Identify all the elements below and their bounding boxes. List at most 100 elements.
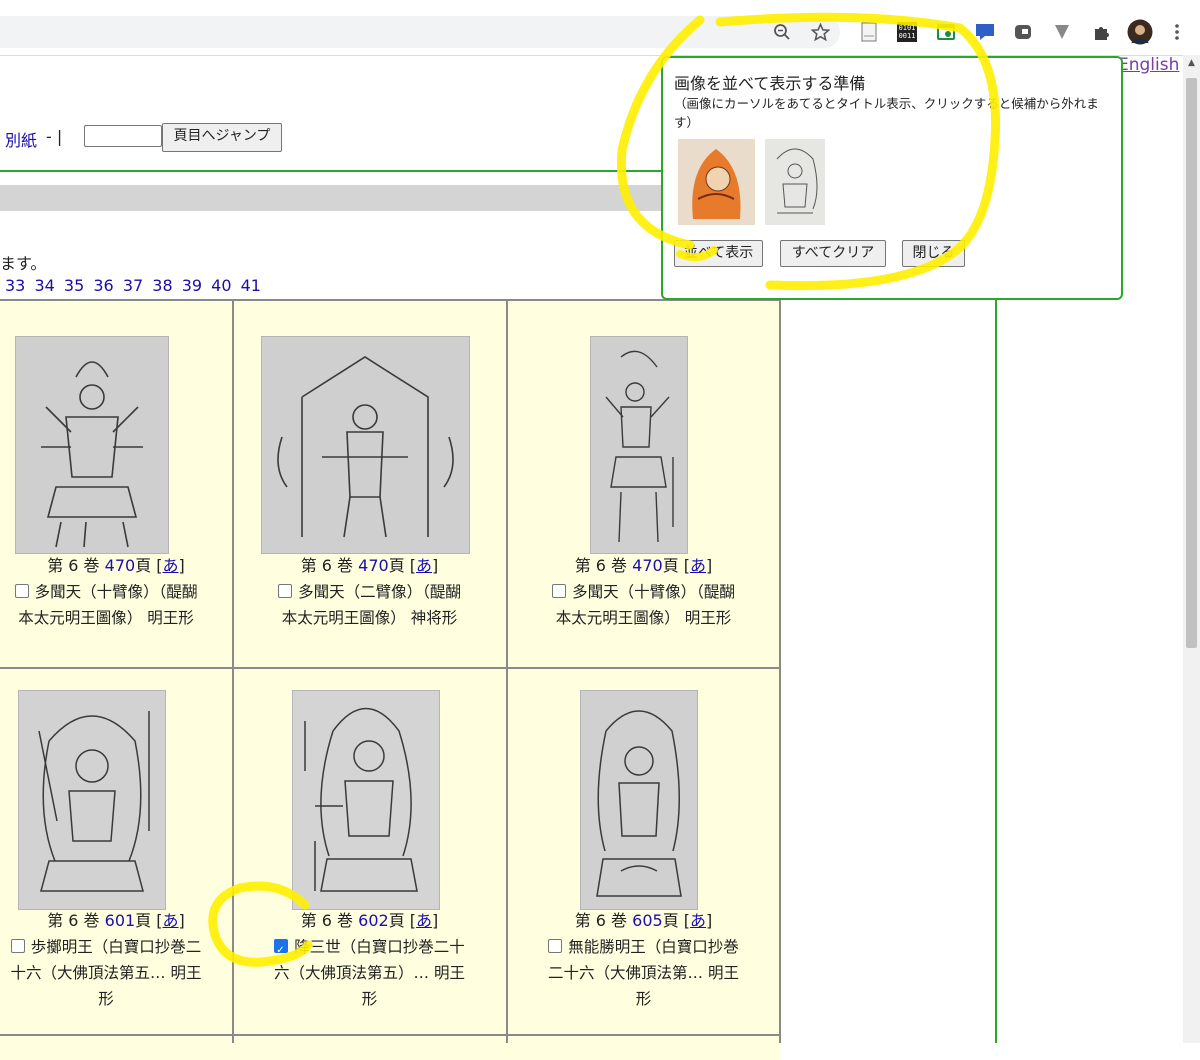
desc-line: 降三世（白寶口抄巻二十 [294, 938, 465, 956]
image-caption: 第 6 巻 470頁 [あ] [300, 556, 439, 575]
green-divider [0, 170, 662, 172]
a-link[interactable]: あ [416, 556, 432, 575]
image-description: 多聞天（二臂像）（醍醐 本太元明王圖像） 神将形 [233, 579, 506, 631]
desc-line: 多聞天（十臂像）（醍醐 [34, 583, 198, 601]
page-link[interactable]: 41 [241, 276, 261, 295]
notice-text: ます。 [0, 254, 47, 273]
page-suffix: 頁 [388, 556, 405, 575]
page-number-link[interactable]: 470 [105, 556, 136, 575]
page-suffix: 頁 [388, 911, 405, 930]
zoom-icon[interactable] [771, 21, 793, 43]
desc-line: 本太元明王圖像） 明王形 [555, 609, 732, 627]
english-link[interactable]: English [1118, 55, 1179, 75]
binary-icon[interactable]: 0101 0011 [896, 21, 918, 43]
desc-line: 六（大佛頂法第五）… 明王 [274, 964, 465, 982]
star-icon[interactable] [809, 21, 831, 43]
page-link[interactable]: 37 [123, 276, 143, 295]
desc-line: 本太元明王圖像） 神将形 [281, 609, 458, 627]
selected-thumbnail[interactable] [765, 139, 825, 225]
separate-sheet-link[interactable]: 別紙 [5, 127, 37, 151]
select-checkbox[interactable] [552, 583, 567, 598]
page-number-link[interactable]: 602 [358, 911, 389, 930]
panel-title: 画像を並べて表示する準備 [674, 74, 866, 93]
close-panel-button[interactable]: 閉じる [902, 240, 965, 267]
image-description: 多聞天（十臂像）（醍醐 本太元明王圖像） 明王形 [507, 579, 780, 631]
page-suffix: 頁 [135, 911, 152, 930]
select-checkbox[interactable] [14, 583, 29, 598]
page-link[interactable]: 38 [152, 276, 172, 295]
a-link[interactable]: あ [163, 911, 179, 930]
buddha-image[interactable] [261, 336, 470, 554]
desc-line: 二十六（大佛頂法第… 明王 [548, 964, 739, 982]
image-caption: 第 6 巻 602頁 [あ] [300, 911, 439, 930]
page-number-link[interactable]: 470 [358, 556, 389, 575]
buddha-image[interactable] [590, 336, 688, 554]
image-description: 歩擲明王（白寶口抄巻二 十六（大佛頂法第五… 明王 形 [0, 934, 232, 1012]
page-jump-button[interactable]: 頁目へジャンプ [162, 123, 282, 152]
vivaldi-icon[interactable] [1051, 21, 1073, 43]
image-caption: 第 6 巻 605頁 [あ] [574, 911, 713, 930]
menu-icon[interactable] [1166, 21, 1188, 43]
image-description: 降三世（白寶口抄巻二十 六（大佛頂法第五）… 明王 形 [233, 934, 506, 1012]
page-number-link[interactable]: 601 [105, 911, 136, 930]
volume-label: 第 6 巻 [574, 911, 628, 930]
buddha-image[interactable] [15, 336, 169, 554]
volume-label: 第 6 巻 [47, 911, 100, 930]
a-link[interactable]: あ [163, 556, 179, 575]
separator: - | [46, 127, 63, 146]
binary-text: 0101 0011 [897, 22, 917, 42]
scroll-thumb[interactable] [1186, 78, 1197, 648]
select-checkbox[interactable] [10, 938, 25, 953]
page-suffix: 頁 [662, 556, 679, 575]
profile-avatar[interactable] [1127, 19, 1153, 45]
a-link[interactable]: あ [416, 911, 432, 930]
page-link[interactable]: 40 [211, 276, 231, 295]
image-caption: 第 6 巻 470頁 [あ] [574, 556, 713, 575]
page-suffix: 頁 [135, 556, 152, 575]
page-link[interactable]: 39 [182, 276, 202, 295]
image-description: 無能勝明王（白寶口抄巻 二十六（大佛頂法第… 明王 形 [507, 934, 780, 1012]
desc-line: 本太元明王圖像） 明王形 [18, 609, 194, 627]
selected-thumbnail[interactable] [678, 139, 755, 225]
select-checkbox[interactable] [278, 583, 293, 598]
document-icon[interactable] [858, 21, 880, 43]
page-link[interactable]: 34 [34, 276, 54, 295]
image-description: 多聞天（十臂像）（醍醐 本太元明王圖像） 明王形 [0, 579, 232, 631]
desc-line: 形 [361, 990, 378, 1008]
extensions-icon[interactable] [1090, 21, 1112, 43]
page-link[interactable]: 35 [64, 276, 84, 295]
page-number-link[interactable]: 605 [632, 911, 663, 930]
clear-all-button[interactable]: すべてクリア [780, 240, 886, 267]
volume-label: 第 6 巻 [47, 556, 100, 575]
scroll-up-arrow-icon[interactable]: ▲ [1186, 58, 1197, 72]
cursor-icon[interactable] [1012, 21, 1034, 43]
page-link[interactable]: 33 [5, 276, 25, 295]
select-checkbox-checked[interactable] [274, 938, 289, 964]
grid-line [0, 1034, 781, 1036]
a-link[interactable]: あ [690, 911, 706, 930]
page-number-link[interactable]: 470 [632, 556, 663, 575]
a-link[interactable]: あ [690, 556, 706, 575]
desc-line: 十六（大佛頂法第五… 明王 [10, 964, 202, 982]
volume-label: 第 6 巻 [574, 556, 628, 575]
address-bar[interactable] [0, 16, 840, 48]
show-side-by-side-button[interactable]: 並べて表示 [674, 240, 763, 267]
image-caption: 第 6 巻 470頁 [あ] [47, 556, 185, 575]
chat-icon[interactable] [974, 21, 996, 43]
buddha-image[interactable] [292, 690, 440, 910]
volume-label: 第 6 巻 [300, 911, 354, 930]
green-frame-line [995, 298, 997, 1043]
buddha-image[interactable] [18, 690, 166, 910]
page-jump-input[interactable] [84, 125, 162, 147]
desc-line: 形 [98, 990, 114, 1008]
page-link[interactable]: 36 [93, 276, 113, 295]
desc-line: 形 [635, 990, 652, 1008]
buddha-image[interactable] [580, 690, 698, 910]
select-checkbox[interactable] [548, 938, 563, 953]
screenshot-icon[interactable] [935, 21, 957, 43]
grid-line [0, 667, 781, 669]
pagination: 33 34 35 36 37 38 39 40 41 [5, 276, 265, 295]
desc-line: 歩擲明王（白寶口抄巻二 [30, 938, 202, 956]
panel-note: （画像にカーソルをあてるとタイトル表示、クリックすると候補から外れます） [674, 96, 1099, 130]
desc-line: 無能勝明王（白寶口抄巻 [568, 938, 739, 956]
